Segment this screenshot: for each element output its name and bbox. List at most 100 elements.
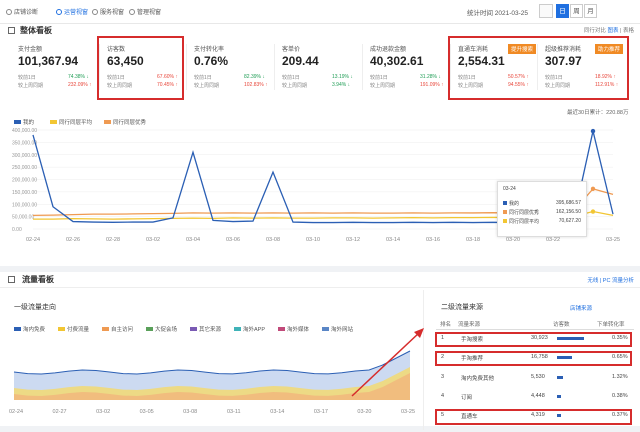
- overview-panel: 整体看板 同行对比 图表 | 表格 支付金额 101,367.94 较前1日 74.3…: [0, 24, 640, 266]
- metric-card[interactable]: 客单价 209.44 较前1日 13.19% ↓ 较上周同期 3.94% ↓: [278, 38, 364, 98]
- shop-source-link[interactable]: 店铺来源: [570, 304, 592, 312]
- x-tick-label: 03-08: [183, 409, 197, 415]
- x-tick-label: 03-08: [266, 237, 280, 243]
- metric-value: 209.44: [282, 54, 319, 68]
- tooltip-date: 03-24: [503, 186, 516, 192]
- shield-icon: [56, 9, 62, 15]
- area-top-line: [13, 350, 411, 375]
- y-tick-label: 50,000.00: [12, 215, 34, 221]
- metric-cmp1-label: 较前1日: [194, 75, 212, 81]
- tab-service-view[interactable]: 服务视窗: [92, 7, 124, 16]
- y-tick-label: 150,000.00: [12, 190, 37, 196]
- metric-label: 成功退款金额: [370, 47, 407, 53]
- top-nav-bar: 店铺诊断 运营视窗 服务视窗 管理视窗 统计时间 2021-03-25 日 周 …: [0, 0, 640, 24]
- col-conversion: 下单转化率: [597, 322, 625, 328]
- x-tick-label: 03-20: [357, 409, 371, 415]
- row-visitors: 4,448: [531, 392, 545, 399]
- period-day-button[interactable]: 日: [556, 4, 569, 18]
- second-level-traffic-title: 二级流量来源: [441, 304, 483, 311]
- card-separator: [274, 44, 275, 90]
- x-tick-label: 03-10: [306, 237, 320, 243]
- row-visitors: 5,530: [531, 373, 545, 380]
- metric-card[interactable]: 支付金额 101,367.94 较前1日 74.38% ↓ 较上周同期 232.09% ↑: [14, 38, 100, 98]
- metric-cmp1-label: 较前1日: [18, 75, 36, 81]
- row-rate: 1.32%: [612, 373, 628, 380]
- x-tick-label: 03-06: [226, 237, 240, 243]
- device-toggle[interactable]: 无线 | PC 流量分析: [587, 276, 634, 284]
- compare-toggle[interactable]: 同行对比 图表 | 表格: [584, 26, 634, 34]
- tab-shop-diagnosis[interactable]: 店铺诊断: [6, 7, 38, 16]
- col-visitors: 访客数: [553, 322, 570, 328]
- x-tick-label: 03-25: [401, 409, 415, 415]
- metric-cmp2-value: 102.83% ↑: [244, 82, 268, 88]
- x-tick-label: 03-02: [146, 237, 160, 243]
- metric-cmp2-label: 较上周同期: [18, 83, 44, 89]
- x-tick-label: 03-04: [186, 237, 200, 243]
- x-tick-label: 03-11: [227, 409, 241, 415]
- metric-cmp1-label: 较前1日: [282, 75, 300, 81]
- y-tick-label: 100,000.00: [12, 202, 37, 208]
- metric-card[interactable]: 支付转化率 0.76% 较前1日 82.39% ↓ 较上周同期 102.83% ↑: [190, 38, 276, 98]
- highlight-row-5: [435, 409, 632, 425]
- metric-card[interactable]: 成功退款金额 40,302.61 较前1日 31.28% ↓ 较上周同期 191.09% …: [366, 38, 452, 98]
- period-week-button[interactable]: 周: [570, 4, 583, 18]
- calendar-icon[interactable]: [539, 4, 553, 18]
- legend-best: 同行同层优秀: [104, 118, 146, 126]
- tab-management-view[interactable]: 管理视窗: [129, 7, 161, 16]
- x-tick-label: 03-22: [546, 237, 560, 243]
- highlight-box-visitors: [97, 36, 184, 100]
- x-tick-label: 02-28: [106, 237, 120, 243]
- row-rate: 0.38%: [612, 392, 628, 399]
- row-rank: 3: [441, 373, 445, 380]
- tab-operations-view[interactable]: 运营视窗: [56, 7, 88, 16]
- tooltip-value-mine: 395,686.57: [555, 200, 581, 206]
- x-tick-label: 03-16: [426, 237, 440, 243]
- metric-label: 支付转化率: [194, 47, 225, 53]
- x-tick-label: 03-12: [346, 237, 360, 243]
- compare-label: 同行对比: [583, 28, 606, 34]
- x-tick-label: 03-17: [314, 409, 328, 415]
- tooltip-value-avg: 70,627.20: [558, 218, 581, 224]
- period-month-button[interactable]: 月: [584, 4, 597, 18]
- x-tick-label: 02-27: [53, 409, 67, 415]
- x-tick-label: 03-18: [466, 237, 480, 243]
- col-rank: 排名: [440, 322, 452, 328]
- metric-value: 40,302.61: [370, 54, 424, 68]
- traffic-panel: 流量看板 无线 | PC 流量分析 一级流量走向 淘内免费 付费流量 自主访问 大促会…: [0, 266, 640, 430]
- row-source: 订阅: [461, 394, 473, 401]
- metric-cmp2-label: 较上周同期: [370, 83, 396, 89]
- y-tick-label: 0.00: [12, 227, 22, 233]
- traffic-analysis-link[interactable]: 流量分析: [612, 278, 634, 284]
- tooltip-value-best: 162,156.50: [555, 209, 581, 215]
- metric-cmp2-value: 3.94% ↓: [332, 82, 351, 88]
- x-tick-label: 03-02: [96, 409, 110, 415]
- highlight-box-ads: [448, 36, 629, 100]
- chart-view-link[interactable]: 图表: [607, 28, 618, 34]
- metric-cmp2-value: 232.09% ↑: [68, 82, 92, 88]
- x-tick-label: 02-24: [9, 409, 23, 415]
- card-separator: [186, 44, 187, 90]
- tooltip-row-avg: 同行同层平均: [503, 218, 539, 225]
- metric-cmp1-value: 82.39% ↓: [244, 74, 265, 80]
- y-tick-label: 250,000.00: [12, 165, 37, 171]
- metric-label: 客单价: [282, 47, 301, 53]
- row-source: 淘内免费其他: [461, 375, 495, 382]
- x-tick-label: 02-24: [26, 237, 40, 243]
- series-point-1: [590, 209, 596, 214]
- tooltip-row-mine: 我的: [503, 200, 519, 207]
- metric-cmp2-label: 较上周同期: [194, 83, 220, 89]
- device-label: 无线 | PC: [587, 278, 611, 284]
- highlight-row-2: [435, 351, 632, 366]
- metric-value: 0.76%: [194, 54, 229, 68]
- y-tick-label: 300,000.00: [12, 153, 37, 159]
- overview-icon: [8, 27, 15, 34]
- traffic-area-chart[interactable]: 02-24 02-27 03-02 03-05 03-08 03-11 03-14 03-17…: [0, 272, 420, 432]
- metric-cmp2-value: 191.09% ↑: [420, 82, 444, 88]
- overview-title: 整体看板: [20, 26, 52, 35]
- x-tick-label: 03-05: [140, 409, 154, 415]
- table-view-link[interactable]: 表格: [623, 28, 634, 34]
- metric-label: 支付金额: [18, 47, 43, 53]
- recent-30-days: 最近30日累计：220.88万: [567, 110, 629, 116]
- legend-avg: 同行同层平均: [50, 118, 92, 126]
- metric-cmp1-value: 13.19% ↓: [332, 74, 353, 80]
